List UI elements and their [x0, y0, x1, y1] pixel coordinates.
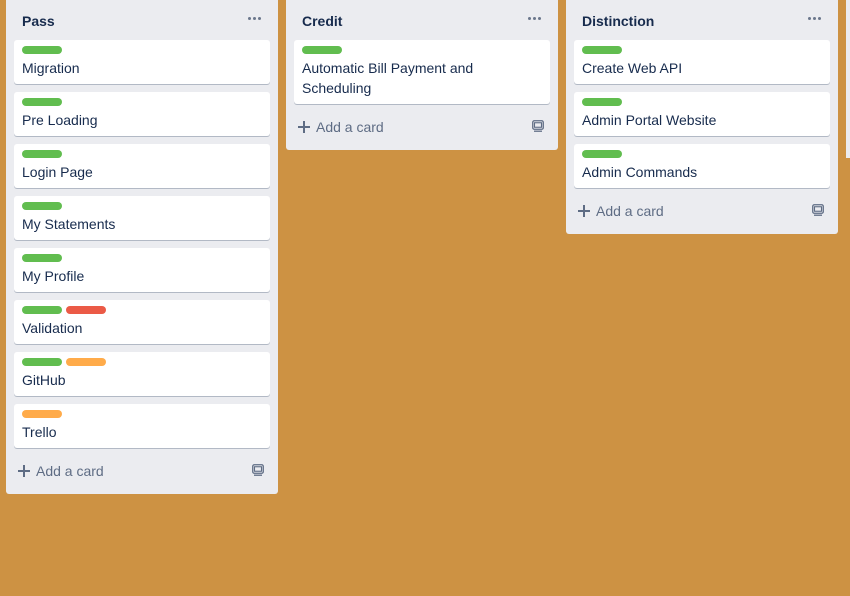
card[interactable]: Admin Commands	[574, 144, 830, 188]
board: Pass Migration Pre Loading Login Page My…	[0, 0, 850, 596]
card-labels	[582, 46, 822, 54]
card-labels	[582, 150, 822, 158]
add-card-label: Add a card	[596, 203, 664, 219]
card-labels	[302, 46, 542, 54]
card[interactable]: Automatic Bill Payment and Scheduling	[294, 40, 550, 104]
list-title[interactable]: Distinction	[582, 12, 654, 30]
list-pass: Pass Migration Pre Loading Login Page My…	[6, 0, 278, 494]
card-title: Migration	[22, 60, 80, 76]
card[interactable]: GitHub	[14, 352, 270, 396]
label-green[interactable]	[22, 306, 62, 314]
card[interactable]: My Profile	[14, 248, 270, 292]
card-labels	[22, 358, 262, 366]
label-red[interactable]	[66, 306, 106, 314]
add-card-button[interactable]: Add a card	[18, 457, 104, 485]
card[interactable]: Trello	[14, 404, 270, 448]
card[interactable]: Validation	[14, 300, 270, 344]
card-title: Automatic Bill Payment and Scheduling	[302, 60, 474, 96]
list-header: Pass	[14, 0, 270, 40]
more-horizontal-icon[interactable]	[522, 6, 546, 30]
card-title: Admin Portal Website	[582, 112, 717, 128]
plus-icon	[578, 205, 590, 217]
label-green[interactable]	[582, 150, 622, 158]
card[interactable]: My Statements	[14, 196, 270, 240]
card-labels	[22, 254, 262, 262]
add-card-label: Add a card	[316, 119, 384, 135]
card-title: Validation	[22, 320, 83, 336]
label-green[interactable]	[22, 46, 62, 54]
label-green[interactable]	[22, 98, 62, 106]
card-title: My Profile	[22, 268, 85, 284]
card[interactable]: Pre Loading	[14, 92, 270, 136]
label-green[interactable]	[22, 150, 62, 158]
card[interactable]: Create Web API	[574, 40, 830, 84]
card-template-icon[interactable]	[812, 204, 824, 216]
list-credit: Credit Automatic Bill Payment and Schedu…	[286, 0, 558, 150]
list-footer: Add a card	[294, 110, 550, 142]
card[interactable]: Admin Portal Website	[574, 92, 830, 136]
card-labels	[22, 202, 262, 210]
list-distinction: Distinction Create Web API Admin Portal …	[566, 0, 838, 234]
card-labels	[22, 306, 262, 314]
plus-icon	[18, 465, 30, 477]
label-orange[interactable]	[66, 358, 106, 366]
label-green[interactable]	[22, 202, 62, 210]
list-footer: Add a card	[574, 194, 830, 226]
list-title[interactable]: Credit	[302, 12, 342, 30]
card-labels	[22, 410, 262, 418]
card-title: Admin Commands	[582, 164, 698, 180]
card-labels	[22, 150, 262, 158]
label-green[interactable]	[22, 254, 62, 262]
card-title: Pre Loading	[22, 112, 98, 128]
card[interactable]: Login Page	[14, 144, 270, 188]
label-green[interactable]	[582, 98, 622, 106]
card-title: Create Web API	[582, 60, 683, 76]
card-template-icon[interactable]	[532, 120, 544, 132]
card-title: Login Page	[22, 164, 93, 180]
label-green[interactable]	[22, 358, 62, 366]
card[interactable]: Migration	[14, 40, 270, 84]
add-card-button[interactable]: Add a card	[578, 197, 664, 225]
list-header: Credit	[294, 0, 550, 40]
card-labels	[582, 98, 822, 106]
list-footer: Add a card	[14, 454, 270, 486]
label-orange[interactable]	[22, 410, 62, 418]
card-template-icon[interactable]	[252, 464, 264, 476]
list-partial	[846, 0, 850, 158]
card-title: Trello	[22, 424, 57, 440]
card-title: My Statements	[22, 216, 116, 232]
more-horizontal-icon[interactable]	[802, 6, 826, 30]
card-labels	[22, 98, 262, 106]
card-title: GitHub	[22, 372, 66, 388]
card-labels	[22, 46, 262, 54]
more-horizontal-icon[interactable]	[242, 6, 266, 30]
list-title[interactable]: Pass	[22, 12, 55, 30]
add-card-label: Add a card	[36, 463, 104, 479]
list-header: Distinction	[574, 0, 830, 40]
label-green[interactable]	[302, 46, 342, 54]
label-green[interactable]	[582, 46, 622, 54]
add-card-button[interactable]: Add a card	[298, 113, 384, 141]
plus-icon	[298, 121, 310, 133]
